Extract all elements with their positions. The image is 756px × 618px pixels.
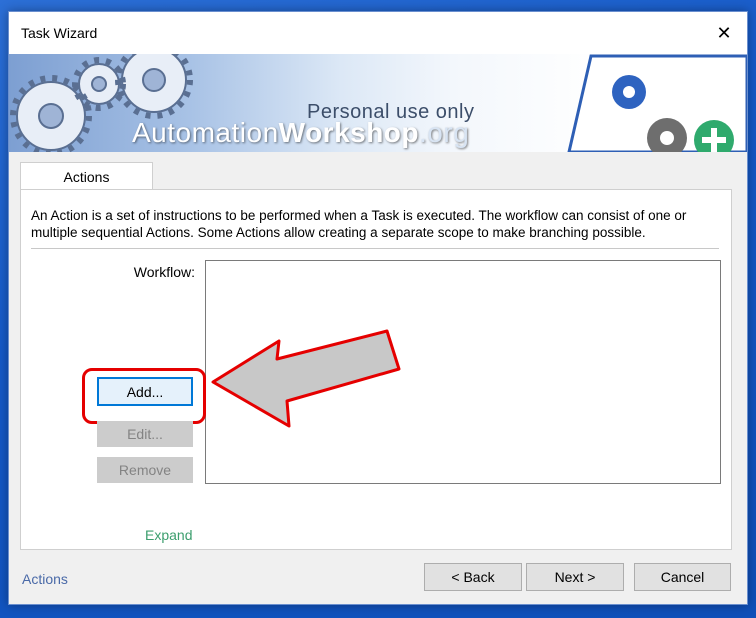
brand-part-automation: Automation — [132, 117, 279, 148]
brand-logo-text: AutomationWorkshop.org — [132, 117, 469, 149]
divider — [31, 248, 719, 249]
tab-actions[interactable]: Actions — [20, 162, 153, 190]
task-wizard-window: Task Wizard ✕ Personal use only Automati… — [8, 11, 748, 605]
brand-part-org: .org — [419, 117, 470, 148]
footer-actions-link[interactable]: Actions — [22, 571, 68, 587]
window-title: Task Wizard — [21, 25, 98, 41]
header-banner: Personal use only AutomationWorkshop.org — [9, 54, 747, 152]
cancel-button[interactable]: Cancel — [634, 563, 731, 591]
edit-button[interactable]: Edit... — [97, 421, 193, 447]
add-button[interactable]: Add... — [97, 377, 193, 406]
close-button[interactable]: ✕ — [701, 12, 747, 54]
document-gears-icon — [567, 54, 747, 152]
actions-panel: An Action is a set of instructions to be… — [20, 189, 732, 550]
brand-part-workshop: Workshop — [278, 117, 420, 148]
arrow-left-icon — [211, 329, 401, 428]
remove-button[interactable]: Remove — [97, 457, 193, 483]
workflow-label: Workflow: — [133, 264, 195, 280]
expand-link[interactable]: Expand — [145, 527, 192, 543]
back-button[interactable]: < Back — [424, 563, 522, 591]
title-bar: Task Wizard ✕ — [9, 12, 747, 54]
next-button[interactable]: Next > — [526, 563, 624, 591]
actions-description: An Action is a set of instructions to be… — [31, 208, 687, 240]
close-icon: ✕ — [716, 22, 732, 43]
